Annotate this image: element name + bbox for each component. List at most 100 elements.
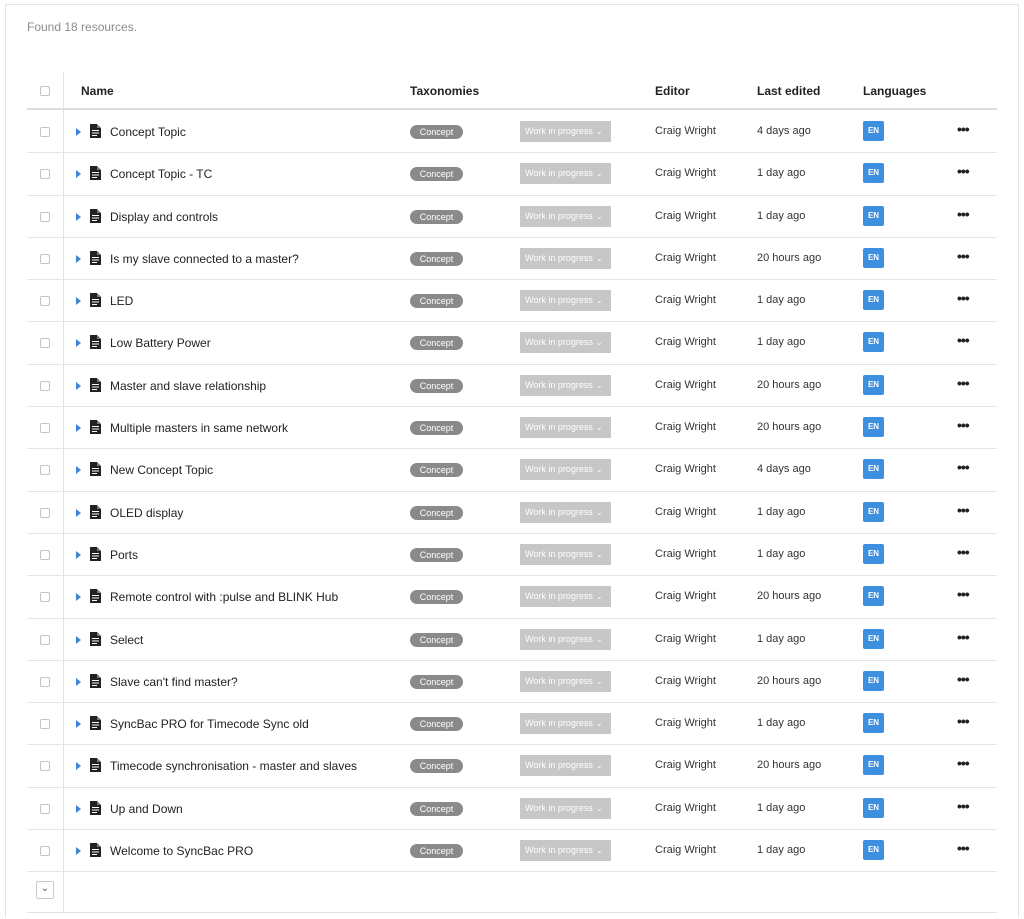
table-row[interactable]: Is my slave connected to a master? Concep… <box>27 238 997 281</box>
table-row[interactable]: Remote control with :pulse and BLINK Hub… <box>27 576 997 619</box>
language-badge[interactable]: EN <box>863 797 884 818</box>
row-checkbox[interactable] <box>40 719 50 730</box>
status-dropdown[interactable]: Work in progress ⌄ <box>520 459 611 481</box>
more-actions-icon[interactable]: ••• <box>957 206 970 222</box>
status-dropdown[interactable]: Work in progress ⌄ <box>520 247 611 269</box>
status-dropdown[interactable]: Work in progress ⌄ <box>520 417 611 439</box>
resource-name[interactable]: Concept Topic - TC <box>110 167 212 181</box>
status-dropdown[interactable]: Work in progress ⌄ <box>520 290 611 312</box>
more-actions-icon[interactable]: ••• <box>957 502 970 518</box>
more-actions-icon[interactable]: ••• <box>957 544 970 560</box>
language-badge[interactable]: EN <box>863 628 884 649</box>
language-badge[interactable]: EN <box>863 459 884 480</box>
more-actions-icon[interactable]: ••• <box>957 290 970 306</box>
status-dropdown[interactable]: Work in progress ⌄ <box>520 205 611 227</box>
language-badge[interactable]: EN <box>863 670 884 691</box>
more-actions-icon[interactable]: ••• <box>957 459 970 475</box>
row-checkbox[interactable] <box>40 465 50 476</box>
more-actions-icon[interactable]: ••• <box>957 671 970 687</box>
column-header-languages[interactable]: Languages <box>863 84 926 98</box>
resource-name[interactable]: Low Battery Power <box>110 336 211 350</box>
resource-name[interactable]: Welcome to SyncBac PRO <box>110 844 253 858</box>
row-checkbox[interactable] <box>40 803 50 814</box>
select-all-checkbox[interactable] <box>40 86 50 96</box>
expand-caret-icon[interactable] <box>76 762 81 771</box>
row-checkbox[interactable] <box>40 127 50 137</box>
more-actions-icon[interactable]: ••• <box>957 713 970 729</box>
language-badge[interactable]: EN <box>863 417 884 438</box>
resource-name[interactable]: Display and controls <box>110 210 218 224</box>
language-badge[interactable]: EN <box>863 501 884 522</box>
row-checkbox[interactable] <box>40 296 50 307</box>
table-row[interactable]: New Concept Topic Concept Work in progress… <box>27 449 997 492</box>
status-dropdown[interactable]: Work in progress ⌄ <box>520 713 611 735</box>
table-row[interactable]: Ports Concept Work in progress ⌄ Craig Wrigh… <box>27 534 997 577</box>
expand-caret-icon[interactable] <box>76 508 81 517</box>
table-row[interactable]: Welcome to SyncBac PRO Concept Work in pro… <box>27 830 997 873</box>
expand-caret-icon[interactable] <box>76 254 81 263</box>
table-row[interactable]: LED Concept Work in progress ⌄ Craig Wright 1… <box>27 280 997 323</box>
row-checkbox[interactable] <box>40 592 50 603</box>
resource-name[interactable]: Timecode synchronisation - master and sl… <box>110 759 357 773</box>
language-badge[interactable]: EN <box>863 290 884 311</box>
resource-name[interactable]: Multiple masters in same network <box>110 421 288 435</box>
table-row[interactable]: Display and controls Concept Work in progr… <box>27 196 997 238</box>
row-checkbox[interactable] <box>40 380 50 391</box>
row-checkbox[interactable] <box>40 634 50 645</box>
expand-caret-icon[interactable] <box>76 466 81 475</box>
resource-name[interactable]: Ports <box>110 548 138 562</box>
row-checkbox[interactable] <box>40 169 50 180</box>
more-actions-icon[interactable]: ••• <box>957 586 970 602</box>
resource-name[interactable]: New Concept Topic <box>110 463 213 477</box>
more-actions-icon[interactable]: ••• <box>957 417 970 433</box>
table-row[interactable]: Slave can't find master? Concept Work in p… <box>27 661 997 704</box>
more-actions-icon[interactable]: ••• <box>957 755 970 771</box>
resource-name[interactable]: Concept Topic <box>110 125 186 139</box>
status-dropdown[interactable]: Work in progress ⌄ <box>520 163 611 185</box>
expand-caret-icon[interactable] <box>76 381 81 390</box>
expand-caret-icon[interactable] <box>76 339 81 348</box>
resource-name[interactable]: Up and Down <box>110 802 183 816</box>
status-dropdown[interactable]: Work in progress ⌄ <box>520 332 611 354</box>
resource-name[interactable]: Is my slave connected to a master? <box>110 252 299 266</box>
column-header-editor[interactable]: Editor <box>655 84 690 98</box>
status-dropdown[interactable]: Work in progress ⌄ <box>520 121 611 142</box>
column-header-taxonomies[interactable]: Taxonomies <box>410 84 479 98</box>
resource-name[interactable]: OLED display <box>110 506 183 520</box>
more-actions-icon[interactable]: ••• <box>957 629 970 645</box>
table-row[interactable]: Low Battery Power Concept Work in progress… <box>27 322 997 365</box>
more-actions-icon[interactable]: ••• <box>957 163 970 179</box>
status-dropdown[interactable]: Work in progress ⌄ <box>520 374 611 396</box>
table-row[interactable]: Concept Topic - TC Concept Work in progres… <box>27 153 997 196</box>
language-badge[interactable]: EN <box>863 121 884 141</box>
row-checkbox[interactable] <box>40 253 50 264</box>
resource-name[interactable]: Select <box>110 633 143 647</box>
expand-caret-icon[interactable] <box>76 128 81 136</box>
more-actions-icon[interactable]: ••• <box>957 248 970 264</box>
language-badge[interactable]: EN <box>863 205 884 226</box>
more-actions-icon[interactable]: ••• <box>957 840 970 856</box>
row-checkbox[interactable] <box>40 676 50 687</box>
expand-caret-icon[interactable] <box>76 550 81 559</box>
status-dropdown[interactable]: Work in progress ⌄ <box>520 628 611 650</box>
status-dropdown[interactable]: Work in progress ⌄ <box>520 840 611 862</box>
expand-caret-icon[interactable] <box>76 424 81 433</box>
more-actions-icon[interactable]: ••• <box>957 798 970 814</box>
table-row[interactable]: Up and Down Concept Work in progress ⌄ Craig… <box>27 788 997 831</box>
expand-caret-icon[interactable] <box>76 804 81 813</box>
expand-caret-icon[interactable] <box>76 635 81 644</box>
row-checkbox[interactable] <box>40 549 50 560</box>
more-actions-icon[interactable]: ••• <box>957 121 970 137</box>
language-badge[interactable]: EN <box>863 586 884 607</box>
language-badge[interactable]: EN <box>863 247 884 268</box>
status-dropdown[interactable]: Work in progress ⌄ <box>520 670 611 692</box>
resource-name[interactable]: Slave can't find master? <box>110 675 238 689</box>
row-checkbox[interactable] <box>40 846 50 857</box>
row-checkbox[interactable] <box>40 761 50 772</box>
status-dropdown[interactable]: Work in progress ⌄ <box>520 543 611 565</box>
resource-name[interactable]: Remote control with :pulse and BLINK Hub <box>110 590 338 604</box>
expand-caret-icon[interactable] <box>76 170 81 179</box>
expand-caret-icon[interactable] <box>76 212 81 221</box>
language-badge[interactable]: EN <box>863 332 884 353</box>
expand-caret-icon[interactable] <box>76 720 81 729</box>
